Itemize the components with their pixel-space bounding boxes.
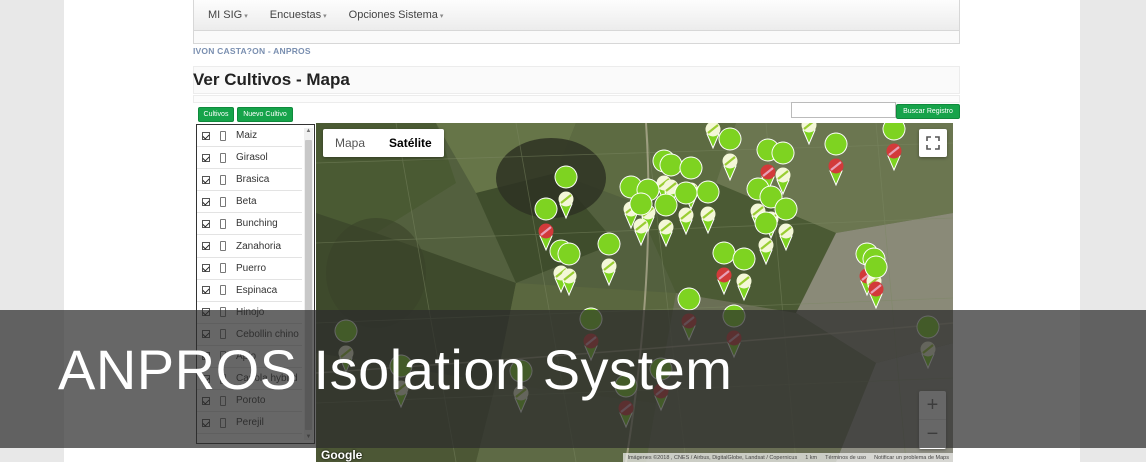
crop-label: Beta bbox=[236, 196, 257, 208]
scroll-up-icon[interactable]: ▲ bbox=[304, 128, 313, 134]
crop-icon bbox=[220, 218, 226, 229]
crop-label: Girasol bbox=[236, 152, 268, 164]
crop-checkbox[interactable] bbox=[202, 219, 210, 228]
report-problem-link[interactable]: Notificar un problema de Maps bbox=[874, 455, 949, 461]
fullscreen-button[interactable] bbox=[919, 129, 947, 157]
nav-subbar bbox=[193, 31, 960, 44]
crop-checkbox[interactable] bbox=[202, 264, 210, 273]
crop-label: Zanahoria bbox=[236, 240, 282, 252]
crop-label: Puerro bbox=[236, 262, 267, 274]
crop-icon bbox=[220, 196, 226, 207]
map-type-tabs: Mapa Satélite bbox=[323, 129, 444, 157]
crop-label: Espinaca bbox=[236, 284, 278, 296]
crop-icon bbox=[220, 285, 226, 296]
crop-checkbox[interactable] bbox=[202, 131, 210, 140]
buscar-registro-button[interactable]: Buscar Registro bbox=[896, 104, 960, 119]
fullscreen-icon bbox=[926, 136, 940, 150]
crop-list-item[interactable]: Espinaca bbox=[197, 280, 302, 302]
nav-item-encuestas[interactable]: Encuestas ▾ bbox=[270, 9, 327, 21]
nav-label: MI SIG bbox=[208, 9, 243, 21]
crop-list-item[interactable]: Brasica bbox=[197, 169, 302, 192]
crop-list-item[interactable]: Zanahoria bbox=[197, 235, 302, 258]
chevron-down-icon: ▾ bbox=[244, 13, 248, 20]
cultivos-button[interactable]: Cultivos bbox=[198, 107, 234, 122]
crop-icon bbox=[220, 174, 226, 185]
nav-item-mi-sig[interactable]: MI SIG ▾ bbox=[208, 9, 248, 21]
crop-icon bbox=[220, 241, 226, 252]
crop-checkbox[interactable] bbox=[202, 197, 210, 206]
imagery-credit: Imágenes ©2018 , CNES / Airbus, DigitalG… bbox=[627, 454, 798, 461]
tab-mapa[interactable]: Mapa bbox=[323, 129, 377, 157]
terms-link[interactable]: Términos de uso bbox=[825, 455, 866, 461]
crop-checkbox[interactable] bbox=[202, 175, 210, 184]
crop-icon bbox=[220, 263, 226, 274]
nuevo-cultivo-button[interactable]: Nuevo Cultivo bbox=[237, 107, 293, 122]
crop-icon bbox=[220, 152, 226, 163]
search-input[interactable] bbox=[791, 102, 896, 118]
crop-list-item[interactable]: Bunching bbox=[197, 213, 302, 236]
crop-list-item[interactable]: Beta bbox=[197, 191, 302, 214]
crop-icon bbox=[220, 130, 226, 141]
crop-label: Bunching bbox=[236, 218, 278, 230]
top-navbar: MI SIG ▾ Encuestas ▾ Opciones Sistema ▾ bbox=[193, 0, 960, 31]
chevron-down-icon: ▾ bbox=[439, 13, 444, 20]
crop-checkbox[interactable] bbox=[202, 286, 210, 295]
page-title: Ver Cultivos - Mapa bbox=[193, 70, 350, 89]
crop-checkbox[interactable] bbox=[202, 153, 210, 162]
map-attribution: Imágenes ©2018 , CNES / Airbus, DigitalG… bbox=[623, 453, 953, 462]
scale-label: 1 km bbox=[805, 454, 818, 461]
overlay-title: ANPROS Isolation System bbox=[58, 338, 733, 401]
crop-list-item[interactable]: Maiz bbox=[197, 125, 302, 148]
crop-checkbox[interactable] bbox=[202, 242, 210, 251]
nav-label: Opciones Sistema bbox=[348, 9, 438, 21]
user-breadcrumb: IVON CASTA?ON - ANPROS bbox=[193, 46, 311, 56]
nav-item-opciones-sistema[interactable]: Opciones Sistema ▾ bbox=[349, 9, 444, 21]
crop-list-item[interactable]: Girasol bbox=[197, 147, 302, 170]
crop-label: Maiz bbox=[236, 130, 258, 142]
nav-label: Encuestas bbox=[269, 9, 322, 21]
tab-satelite[interactable]: Satélite bbox=[377, 129, 444, 157]
chevron-down-icon: ▾ bbox=[323, 13, 327, 20]
crop-label: Brasica bbox=[236, 174, 270, 186]
crop-list-item[interactable]: Puerro bbox=[197, 258, 302, 280]
google-logo: Google bbox=[321, 448, 363, 462]
